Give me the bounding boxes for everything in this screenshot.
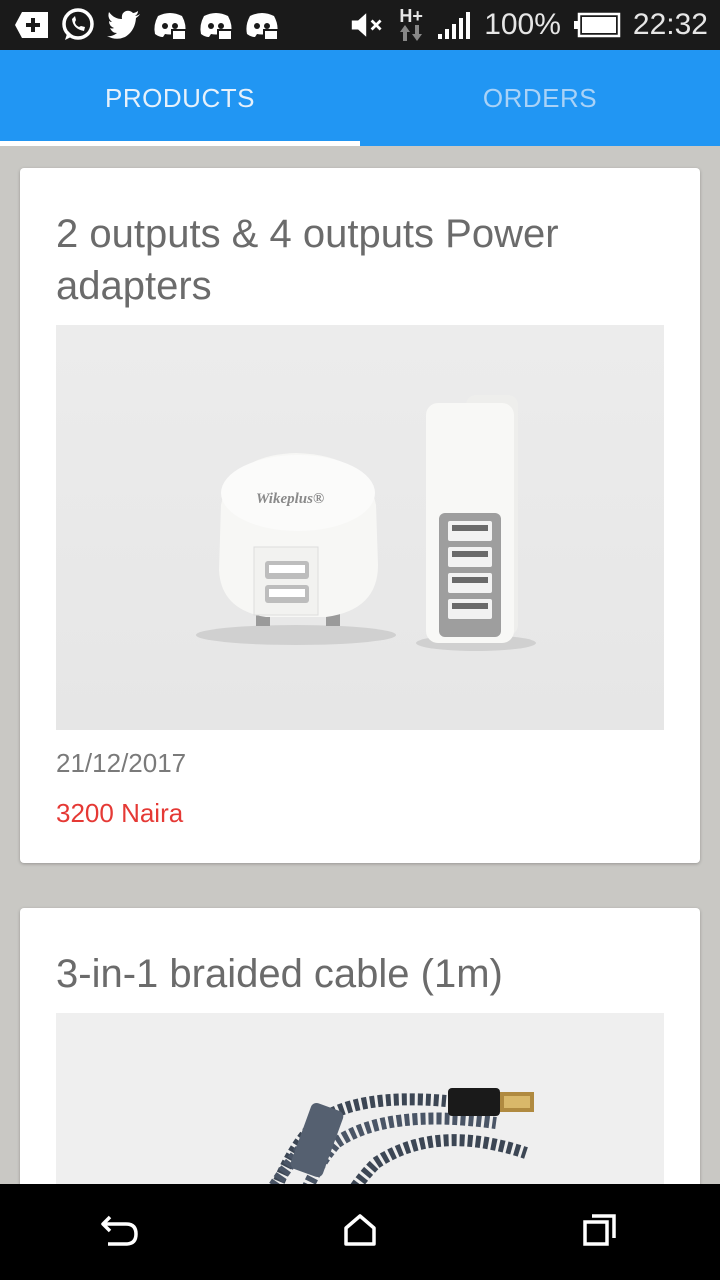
discord-icon [198,7,234,43]
mute-icon [350,7,386,43]
product-title: 2 outputs & 4 outputs Power adapters [56,212,559,308]
tab-products[interactable]: PRODUCTS [0,50,360,146]
whatsapp-icon [60,7,96,43]
status-bar: H+ 100% 22:32 [0,0,720,50]
signal-icon [436,7,472,43]
recents-button[interactable] [560,1192,640,1272]
discord-icon [152,7,188,43]
product-title: 3-in-1 braided cable (1m) [56,952,503,996]
home-button[interactable] [320,1192,400,1272]
back-icon [100,1213,140,1252]
tab-orders-label: ORDERS [482,82,598,113]
tab-orders[interactable]: ORDERS [360,50,720,146]
product-card[interactable]: 3-in-1 braided cable (1m) [20,908,700,1184]
battery-icon [573,12,621,38]
product-image: Wikeplus® [56,325,664,730]
clock: 22:32 [632,8,708,41]
brand-logo-text: Wikeplus® [256,491,324,507]
battery-percent: 100% [484,8,561,41]
product-card[interactable]: 2 outputs & 4 outputs Power adapters Wik… [20,168,700,863]
twitter-icon [106,7,142,43]
discord-icon [244,7,280,43]
network-type: H+ [398,6,424,42]
back-button[interactable] [80,1192,160,1272]
add-box-icon [14,7,50,43]
data-arrows-icon [400,25,423,41]
tab-products-label: PRODUCTS [105,82,255,113]
product-image [56,1013,664,1184]
navigation-bar [0,1184,720,1280]
product-price: 3200 Naira [56,798,184,828]
product-date: 21/12/2017 [56,748,187,778]
tab-bar: PRODUCTS ORDERS [0,50,720,146]
network-type-label: H+ [399,6,423,26]
product-list[interactable]: 2 outputs & 4 outputs Power adapters Wik… [0,146,720,1184]
home-icon [343,1213,377,1252]
recents-icon [583,1213,617,1252]
